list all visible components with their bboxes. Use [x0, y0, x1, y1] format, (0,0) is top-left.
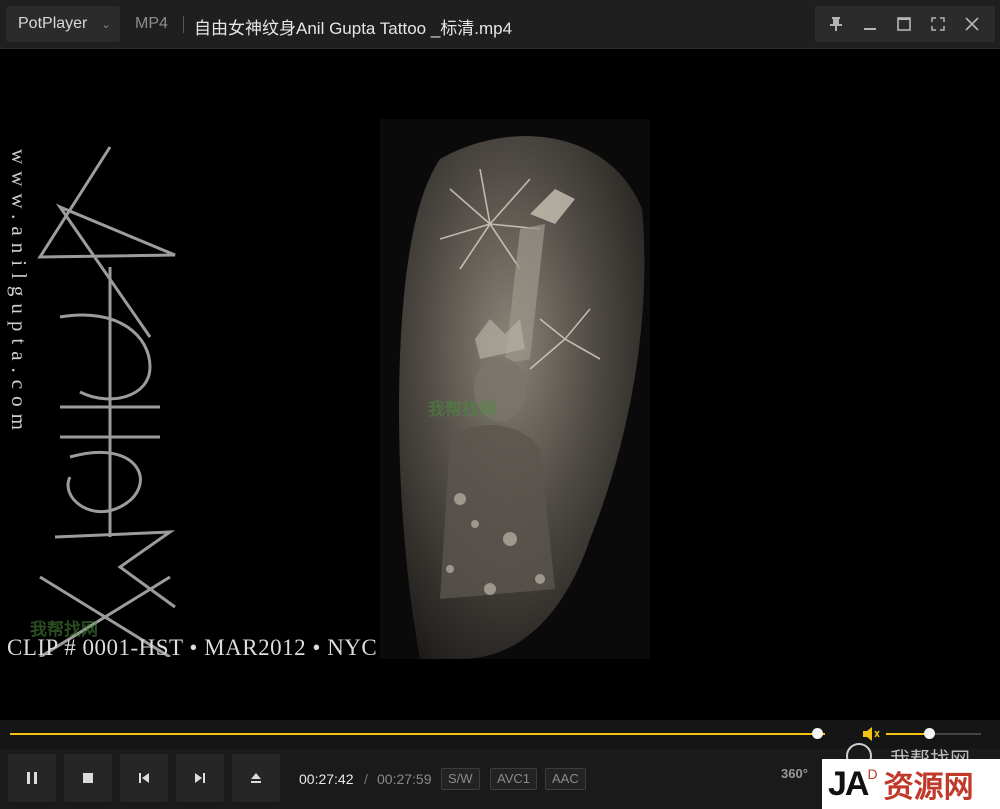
- anil-gupta-logo-watermark: www.anilgupta.com: [7, 146, 176, 657]
- control-bar: 00:27:42 / 00:27:59 S/W AVC1 AAC 360° 我帮…: [0, 743, 1000, 809]
- title-bar: PotPlayer ⌄ MP4 自由女神纹身Anil Gupta Tattoo …: [0, 0, 1000, 49]
- stop-icon: [83, 773, 93, 783]
- eject-button[interactable]: [232, 754, 280, 802]
- seek-area: [0, 720, 1000, 749]
- video-codec-badge[interactable]: AVC1: [490, 768, 537, 790]
- url-watermark: www.anilgupta.com: [7, 149, 31, 437]
- clip-caption: CLIP # 0001-HST • MAR2012 • NYC: [7, 635, 378, 660]
- sw-decoder-badge[interactable]: S/W: [441, 768, 480, 790]
- cn-watermark: 我帮找网: [428, 400, 496, 419]
- total-time: 00:27:59: [377, 771, 432, 787]
- current-time: 00:27:42: [299, 771, 354, 787]
- fullscreen-icon: [931, 17, 945, 31]
- window-controls: [815, 6, 995, 42]
- title-separator: [183, 16, 184, 33]
- maximize-icon: [897, 17, 911, 31]
- pause-icon: [27, 772, 37, 784]
- vr-360-button[interactable]: 360°: [781, 766, 808, 781]
- next-button[interactable]: [176, 754, 224, 802]
- logo-superscript: D: [867, 766, 878, 782]
- video-area[interactable]: www.anilgupta.com 我帮找网 我帮找网 CLIP # 0001-…: [0, 49, 1000, 720]
- pin-button[interactable]: [819, 6, 853, 42]
- app-name: PotPlayer: [18, 15, 88, 32]
- file-title: 自由女神纹身Anil Gupta Tattoo _标清.mp4: [194, 19, 513, 38]
- speaker-icon[interactable]: [862, 726, 880, 742]
- close-button[interactable]: [955, 6, 989, 42]
- pin-icon: [830, 17, 842, 31]
- tattoo-sleeve-image: [380, 119, 650, 659]
- stop-button[interactable]: [64, 754, 112, 802]
- fullscreen-button[interactable]: [921, 6, 955, 42]
- volume-handle[interactable]: [923, 728, 935, 739]
- chevron-down-icon: ⌄: [101, 18, 111, 31]
- file-format-label: MP4: [135, 15, 168, 32]
- seek-handle[interactable]: [811, 728, 823, 739]
- site-logo-watermark: JA D 资源网: [822, 759, 1000, 809]
- logo-latin: JA: [828, 764, 869, 803]
- seek-bar[interactable]: [10, 733, 825, 735]
- minimize-button[interactable]: [853, 6, 887, 42]
- logo-cn: 资源网: [883, 771, 974, 804]
- previous-icon: [139, 773, 149, 783]
- volume-level: [886, 733, 929, 735]
- maximize-button[interactable]: [887, 6, 921, 42]
- previous-button[interactable]: [120, 754, 168, 802]
- minimize-icon: [864, 28, 876, 30]
- time-separator: /: [364, 771, 368, 787]
- next-icon: [195, 773, 205, 783]
- eject-icon: [251, 773, 261, 783]
- app-menu-button[interactable]: PotPlayer ⌄: [6, 6, 120, 42]
- pause-button[interactable]: [8, 754, 56, 802]
- audio-codec-badge[interactable]: AAC: [545, 768, 586, 790]
- close-icon: [965, 17, 979, 31]
